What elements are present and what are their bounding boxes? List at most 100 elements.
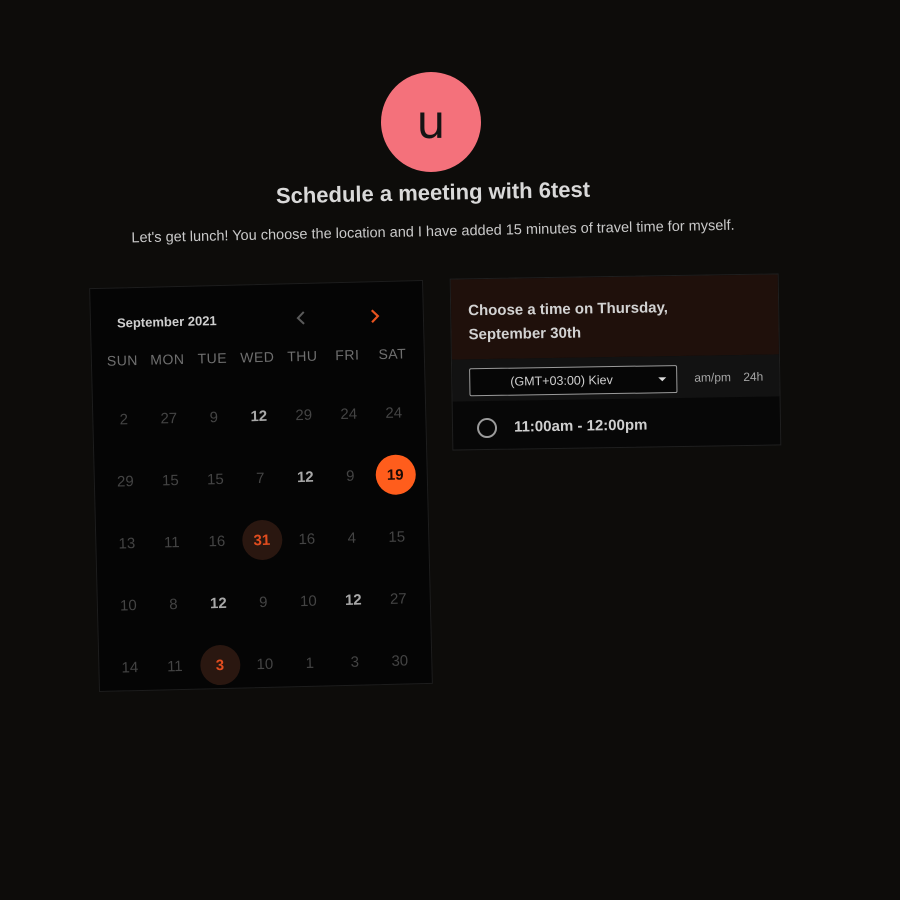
calendar-day: 14 xyxy=(107,636,154,699)
calendar-day-number: 3 xyxy=(350,653,360,671)
calendar-day: 11 xyxy=(152,635,199,698)
calendar-day: 24 xyxy=(326,382,373,445)
weekday-label: SUN xyxy=(106,351,139,369)
weekday-label: SAT xyxy=(378,345,407,363)
calendar-day-number: 16 xyxy=(208,532,226,550)
chevron-left-icon xyxy=(296,311,305,325)
month-label: September 2021 xyxy=(116,313,217,331)
avatar: u xyxy=(381,72,481,172)
calendar-day-number: 24 xyxy=(340,405,358,423)
calendar-day: 27 xyxy=(146,387,193,450)
calendar-day: 15 xyxy=(147,449,194,512)
time-panel: Choose a time on Thursday, September 30t… xyxy=(449,273,782,451)
calendar-day: 29 xyxy=(102,450,149,513)
calendar-day-number: 13 xyxy=(118,534,136,552)
calendar-day[interactable]: 12 xyxy=(195,572,242,635)
calendar-day: 10 xyxy=(285,569,332,632)
calendar-day: 24 xyxy=(370,381,417,444)
calendar-day-number: 2 xyxy=(119,410,129,428)
calendar-day-number: 27 xyxy=(160,409,178,427)
calendar-day: 2 xyxy=(101,388,148,451)
calendar-day: 3 xyxy=(332,630,379,693)
weekday-header: SUN MON TUE WED THU FRI SAT xyxy=(100,345,424,369)
weekday-label: MON xyxy=(150,350,185,368)
calendar-day-number: 14 xyxy=(121,658,139,676)
calendar-day-number: 12 xyxy=(209,594,227,612)
time-slot-label: 11:00am - 12:00pm xyxy=(513,416,648,436)
calendar-day-number: 8 xyxy=(168,595,178,613)
calendar-day-number: 11 xyxy=(166,657,183,675)
previous-month-button[interactable] xyxy=(289,306,314,331)
calendar-day-marked[interactable]: 3 xyxy=(197,634,244,697)
calendar-week-row: 13 11 16 31 16 4 15 xyxy=(104,505,420,575)
calendar-day-number: 3 xyxy=(199,644,241,686)
calendar-header: September 2021 xyxy=(90,281,423,349)
calendar-day-number: 9 xyxy=(258,593,268,611)
calendar-week-row: 14 11 3 10 1 3 30 xyxy=(107,629,423,699)
format-24h-toggle[interactable]: 24h xyxy=(743,370,763,384)
weekday-label: FRI xyxy=(335,346,360,364)
calendar-day-marked[interactable]: 31 xyxy=(239,508,286,571)
calendar-day-number: 11 xyxy=(163,533,180,551)
weekday-label: THU xyxy=(287,347,318,365)
calendar-grid: 2 27 9 12 29 24 24 29 15 15 7 12 9 19 13 11 16 31 16 4 15 10 8… xyxy=(101,381,423,699)
calendar-day: 13 xyxy=(104,512,151,575)
calendar-day: 9 xyxy=(240,570,287,633)
calendar-day: 9 xyxy=(327,444,374,507)
calendar: September 2021 SUN MON TUE WED THU FRI SAT 2 27… xyxy=(89,279,433,693)
calendar-day-number: 9 xyxy=(209,408,219,426)
calendar-day[interactable]: 12 xyxy=(236,384,283,447)
time-slot[interactable]: 11:00am - 12:00pm xyxy=(453,398,781,449)
calendar-day: 4 xyxy=(329,506,376,569)
calendar-day: 30 xyxy=(377,629,424,692)
calendar-day-number: 15 xyxy=(388,527,406,546)
calendar-week-row: 29 15 15 7 12 9 19 xyxy=(102,443,418,513)
calendar-day-number: 10 xyxy=(256,655,274,673)
calendar-day: 15 xyxy=(374,505,421,568)
weekday-label: TUE xyxy=(197,349,228,367)
calendar-day-number: 29 xyxy=(295,406,313,424)
calendar-day-number: 15 xyxy=(206,470,224,488)
calendar-day-number: 29 xyxy=(116,472,134,491)
calendar-day: 7 xyxy=(237,446,284,509)
calendar-day-number: 15 xyxy=(161,471,179,489)
calendar-day: 27 xyxy=(375,567,422,630)
calendar-day-number: 9 xyxy=(345,467,355,485)
calendar-day: 10 xyxy=(105,574,152,637)
calendar-week-row: 2 27 9 12 29 24 24 xyxy=(101,381,417,451)
calendar-day[interactable]: 12 xyxy=(330,568,377,631)
calendar-week-row: 10 8 12 9 10 12 27 xyxy=(105,567,421,637)
calendar-day[interactable]: 12 xyxy=(282,445,329,508)
calendar-day-number: 7 xyxy=(255,469,265,487)
calendar-day: 9 xyxy=(191,386,238,449)
calendar-day-number: 12 xyxy=(344,591,362,609)
next-month-button[interactable] xyxy=(363,304,388,329)
calendar-day: 11 xyxy=(149,511,196,574)
calendar-day-number: 12 xyxy=(296,468,314,486)
weekday-label: WED xyxy=(240,348,275,366)
chevron-right-icon xyxy=(370,309,380,323)
calendar-day-number: 4 xyxy=(347,529,357,547)
calendar-day-number: 30 xyxy=(391,651,409,670)
calendar-day: 16 xyxy=(284,507,331,570)
calendar-day-number: 24 xyxy=(385,404,403,422)
calendar-day-number: 10 xyxy=(299,592,317,610)
calendar-day-number: 19 xyxy=(374,454,416,496)
radio-button[interactable] xyxy=(476,417,498,439)
format-ampm-toggle[interactable]: am/pm xyxy=(694,370,731,385)
timezone-value: (GMT+03:00) Kiev xyxy=(510,373,613,389)
time-panel-heading: Choose a time on Thursday, September 30t… xyxy=(468,299,669,344)
avatar-initial: u xyxy=(416,95,446,149)
calendar-day: 8 xyxy=(150,573,197,636)
timezone-row: (GMT+03:00) Kiev am/pm 24h xyxy=(451,354,780,402)
calendar-day: 29 xyxy=(281,383,328,446)
calendar-day-number: 16 xyxy=(298,530,316,548)
calendar-day-number: 12 xyxy=(250,407,268,425)
caret-down-icon xyxy=(658,377,667,382)
calendar-day-selected[interactable]: 19 xyxy=(372,443,419,506)
timezone-select[interactable]: (GMT+03:00) Kiev xyxy=(469,365,678,397)
calendar-day-number: 10 xyxy=(119,596,137,614)
time-panel-header: Choose a time on Thursday, September 30t… xyxy=(450,274,779,360)
page-title: Schedule a meeting with 6test xyxy=(275,176,591,209)
calendar-day-number: 27 xyxy=(389,589,407,608)
